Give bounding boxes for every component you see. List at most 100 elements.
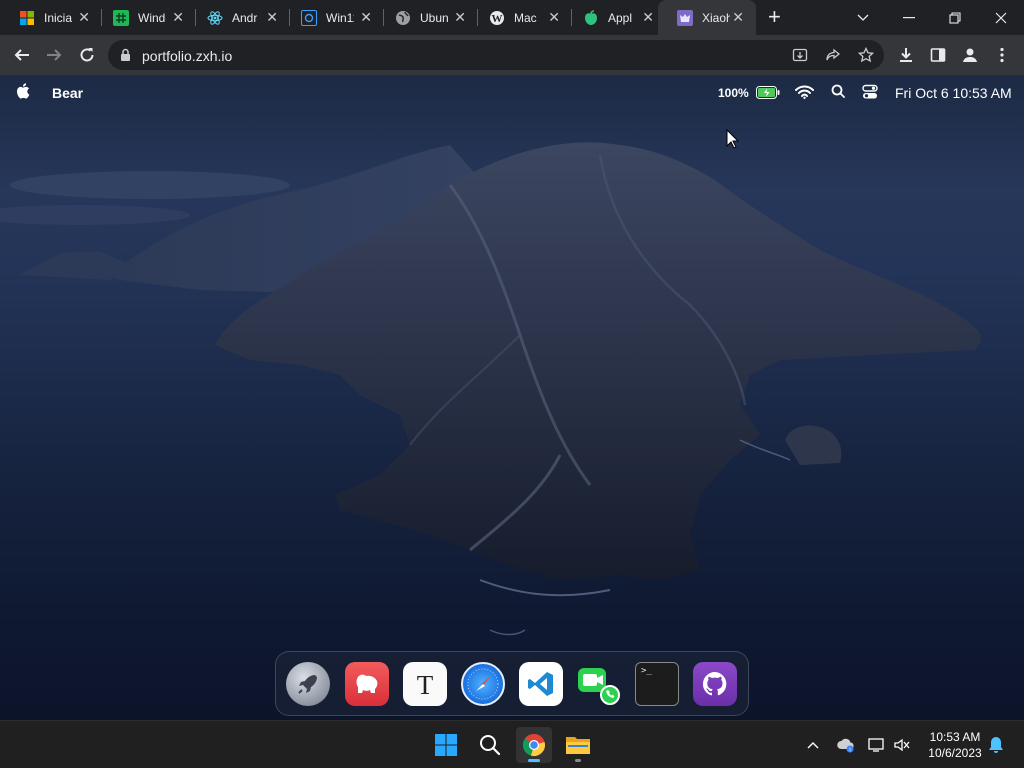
bear-icon xyxy=(356,674,378,693)
dock-vscode[interactable] xyxy=(519,662,563,706)
address-bar[interactable]: portfolio.zxh.io xyxy=(108,40,884,70)
control-center-icon[interactable] xyxy=(862,84,878,100)
share-icon[interactable] xyxy=(825,47,841,63)
menu-bar-clock[interactable]: Fri Oct 6 10:53 AM xyxy=(895,85,1012,101)
url-text[interactable]: portfolio.zxh.io xyxy=(142,48,232,64)
dock-terminal[interactable]: >_ xyxy=(635,662,679,706)
downloads-icon[interactable] xyxy=(895,44,917,66)
win11-icon xyxy=(301,9,317,26)
dock-facetime[interactable] xyxy=(577,662,621,706)
compass-icon xyxy=(467,668,499,700)
reload-button[interactable] xyxy=(75,43,99,67)
spotlight-search-icon[interactable] xyxy=(831,84,845,98)
typora-icon: T xyxy=(417,670,434,699)
catalina-wallpaper xyxy=(0,142,981,636)
chevron-down-icon xyxy=(857,14,869,21)
windows-taskbar: i 10:53 AM 10/6/2023 xyxy=(0,720,1024,768)
volume-muted-icon[interactable] xyxy=(892,735,912,755)
bookmark-star-icon[interactable] xyxy=(858,47,874,63)
dock-safari[interactable] xyxy=(461,662,505,706)
react-icon xyxy=(207,10,223,26)
more-menu-icon[interactable] xyxy=(991,44,1013,66)
rocket-icon xyxy=(298,675,317,694)
chrome-icon xyxy=(522,733,545,756)
browser-tab[interactable]: Inicia ✕ xyxy=(0,0,102,35)
close-icon[interactable]: ✕ xyxy=(172,10,184,24)
svg-text:W: W xyxy=(492,13,503,25)
wifi-icon[interactable] xyxy=(795,85,814,99)
tab-title: Ubun xyxy=(420,10,448,25)
tab-title: Win11 xyxy=(326,10,354,25)
reload-icon xyxy=(80,48,94,62)
close-icon[interactable]: ✕ xyxy=(266,10,278,24)
close-icon[interactable]: ✕ xyxy=(78,10,90,24)
close-icon[interactable]: ✕ xyxy=(732,10,744,24)
folder-icon xyxy=(566,737,590,754)
browser-tab[interactable]: Appl ✕ xyxy=(564,0,666,35)
back-button[interactable] xyxy=(10,43,34,67)
browser-tab[interactable]: Andr ✕ xyxy=(188,0,290,35)
close-icon[interactable]: ✕ xyxy=(642,10,654,24)
battery-percent: 100% xyxy=(718,86,749,100)
taskbar-file-explorer[interactable] xyxy=(560,727,596,763)
taskbar-chrome[interactable] xyxy=(516,727,552,763)
windows-start-icon xyxy=(435,734,457,756)
new-tab-button[interactable]: + xyxy=(768,6,781,28)
taskbar-search-button[interactable] xyxy=(472,727,508,763)
wordpress-icon: W xyxy=(489,10,505,26)
restore-button[interactable] xyxy=(932,0,978,35)
taskbar-date: 10/6/2023 xyxy=(928,746,982,760)
portfolio-icon xyxy=(677,9,693,26)
start-button[interactable] xyxy=(428,727,464,763)
lock-icon[interactable] xyxy=(120,48,131,67)
close-icon[interactable]: ✕ xyxy=(360,10,372,24)
browser-tab-strip: Inicia ✕ Windo ✕ Andr ✕ Win11 ✕ Ubun ✕ xyxy=(0,0,1024,35)
taskbar-time: 10:53 AM xyxy=(929,730,981,744)
tab-title: Inicia xyxy=(44,10,72,25)
browser-tab[interactable]: Ubun ✕ xyxy=(376,0,478,35)
spreadsheet-icon xyxy=(113,9,129,26)
tab-search-button[interactable] xyxy=(840,0,886,35)
running-indicator xyxy=(575,759,581,762)
close-icon[interactable]: ✕ xyxy=(548,10,560,24)
browser-tab[interactable]: Windo ✕ xyxy=(94,0,196,35)
tab-title: Mac xyxy=(514,10,537,25)
terminal-icon: >_ xyxy=(641,666,652,676)
browser-tab[interactable]: Win11 ✕ xyxy=(282,0,384,35)
close-icon[interactable]: ✕ xyxy=(454,10,466,24)
forward-button[interactable] xyxy=(42,43,66,67)
dock-launchpad[interactable] xyxy=(286,662,330,706)
tab-title: Xiaoh xyxy=(702,10,730,25)
tab-title: Appl xyxy=(608,10,633,25)
side-panel-icon[interactable] xyxy=(927,44,949,66)
onedrive-icon[interactable]: i xyxy=(836,735,856,755)
mac-desktop: Bear 100% Fri Oct 6 10:53 AM T >_ xyxy=(0,75,1024,720)
bell-icon xyxy=(989,737,1003,753)
chevron-up-icon xyxy=(807,742,819,749)
close-window-button[interactable] xyxy=(978,0,1024,35)
dock-bear[interactable] xyxy=(345,662,389,706)
github-icon xyxy=(702,671,727,696)
svg-text:T: T xyxy=(417,670,434,699)
mac-dock: T >_ xyxy=(275,651,749,716)
browser-tab[interactable]: W Mac ✕ xyxy=(470,0,572,35)
battery-charging-icon[interactable] xyxy=(756,86,780,99)
apple-logo-icon[interactable] xyxy=(16,83,30,102)
mac-menu-bar: Bear 100% Fri Oct 6 10:53 AM xyxy=(0,75,1024,109)
notifications-button[interactable] xyxy=(986,735,1006,755)
tab-title: Andr xyxy=(232,10,258,25)
tab-title: Windo xyxy=(138,10,166,25)
minimize-button[interactable] xyxy=(886,0,932,35)
install-app-icon[interactable] xyxy=(792,47,808,63)
browser-tab-active[interactable]: Xiaoh ✕ xyxy=(658,0,756,35)
network-icon[interactable] xyxy=(867,735,887,755)
active-app-name[interactable]: Bear xyxy=(52,85,83,101)
profile-icon[interactable] xyxy=(959,44,981,66)
dock-typora[interactable]: T xyxy=(403,662,447,706)
taskbar-clock[interactable]: 10:53 AM 10/6/2023 xyxy=(922,729,988,761)
search-icon xyxy=(480,735,501,756)
dock-github[interactable] xyxy=(693,662,737,706)
show-hidden-icons-button[interactable] xyxy=(803,735,823,755)
facetime-icon xyxy=(578,668,620,705)
svg-text:i: i xyxy=(849,748,850,754)
